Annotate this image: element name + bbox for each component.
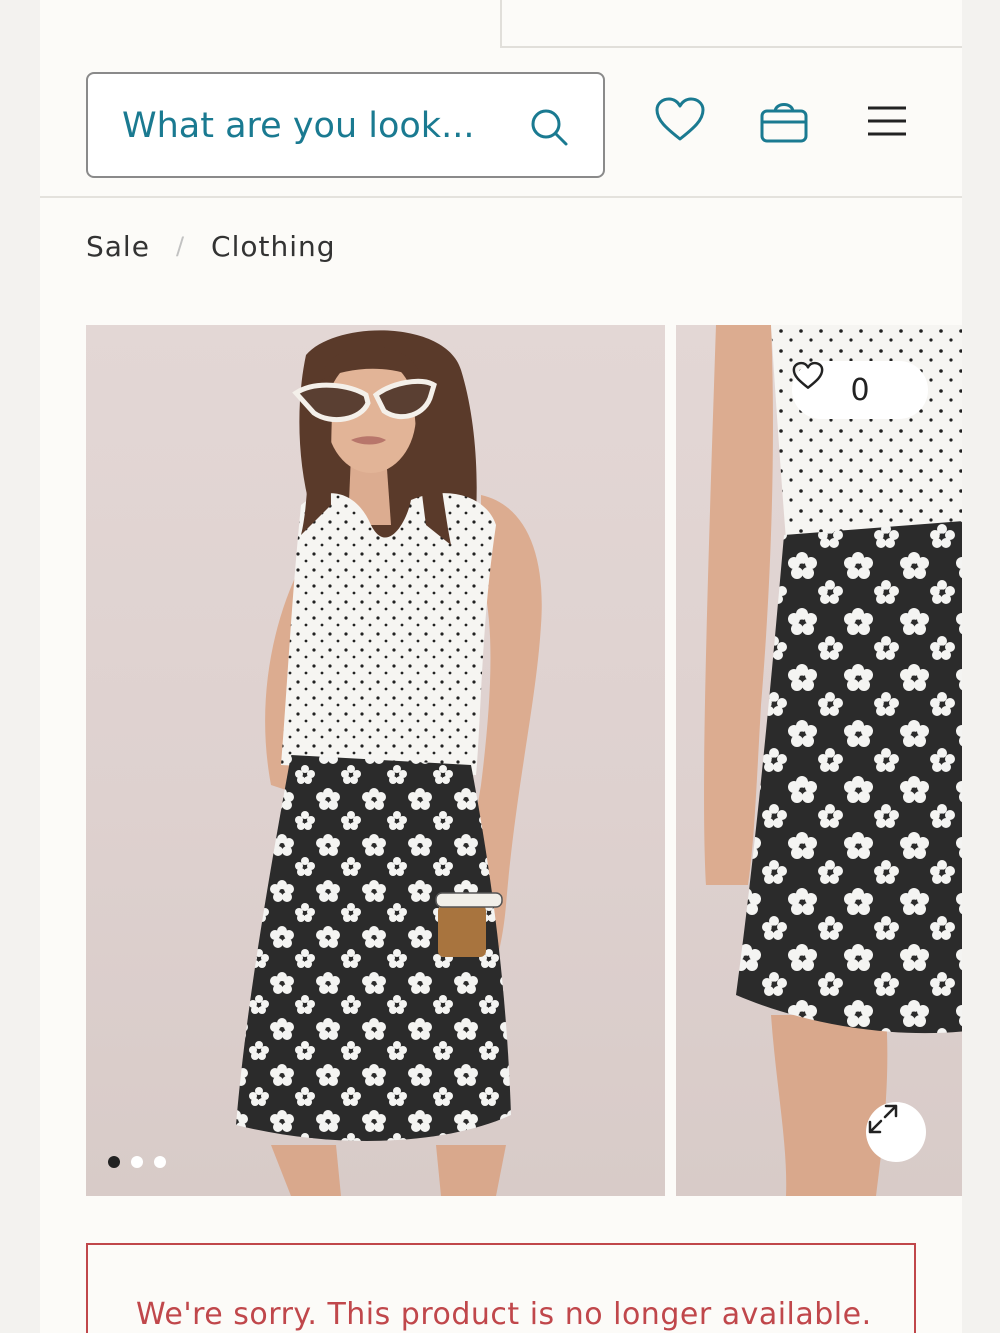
heart-icon bbox=[792, 361, 824, 389]
search-input[interactable] bbox=[122, 100, 502, 152]
like-button[interactable]: 0 bbox=[792, 361, 928, 419]
carousel-dot[interactable] bbox=[154, 1156, 166, 1168]
expand-image-button[interactable] bbox=[866, 1102, 926, 1162]
product-image-secondary[interactable]: 0 bbox=[676, 325, 962, 1196]
product-page: Sale / Clothing bbox=[40, 0, 962, 1333]
hamburger-menu-icon[interactable] bbox=[866, 102, 908, 140]
breadcrumb-item-clothing[interactable]: Clothing bbox=[211, 230, 335, 263]
model-illustration-detail bbox=[704, 325, 962, 1196]
header-divider bbox=[40, 196, 962, 198]
product-unavailable-notice: We're sorry. This product is no longer a… bbox=[86, 1243, 916, 1333]
carousel-dots bbox=[108, 1156, 166, 1168]
carousel-dot[interactable] bbox=[131, 1156, 143, 1168]
breadcrumb: Sale / Clothing bbox=[86, 226, 336, 266]
breadcrumb-separator: / bbox=[175, 232, 186, 260]
heart-icon[interactable] bbox=[654, 96, 706, 144]
model-illustration-front bbox=[236, 330, 542, 1196]
carousel-dot[interactable] bbox=[108, 1156, 120, 1168]
search-icon[interactable] bbox=[528, 106, 570, 148]
notice-message: We're sorry. This product is no longer a… bbox=[136, 1297, 872, 1332]
shopping-bag-icon[interactable] bbox=[758, 94, 810, 146]
expand-icon bbox=[868, 1104, 898, 1134]
product-image-main[interactable] bbox=[86, 325, 665, 1196]
like-count: 0 bbox=[850, 372, 870, 408]
breadcrumb-item-sale[interactable]: Sale bbox=[86, 230, 150, 263]
search-box[interactable] bbox=[86, 72, 605, 178]
top-banner-strip bbox=[500, 0, 962, 48]
